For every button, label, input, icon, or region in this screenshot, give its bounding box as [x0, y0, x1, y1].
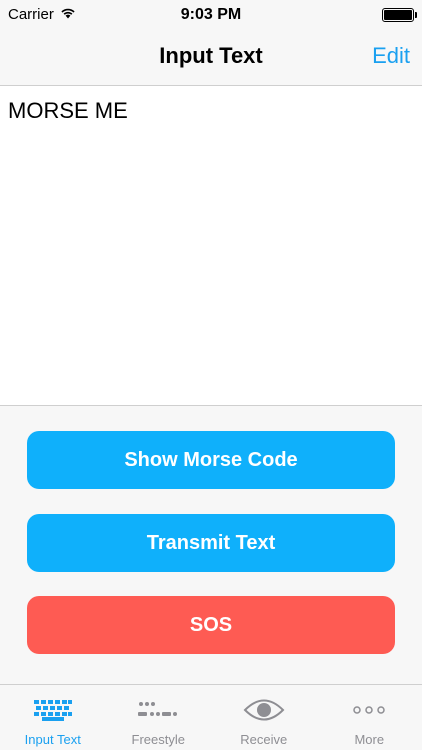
battery-icon — [382, 8, 417, 22]
tab-label: Receive — [240, 732, 288, 747]
status-right — [382, 8, 417, 22]
page-title: Input Text — [159, 43, 263, 68]
keyboard-icon — [33, 694, 73, 726]
tab-bar: Input Text Freestyle Receive More — [0, 684, 422, 750]
tab-label: Freestyle — [131, 732, 185, 747]
show-morse-code-button[interactable]: Show Morse Code — [27, 431, 395, 489]
action-panel: Show Morse Code Transmit Text SOS — [0, 406, 422, 684]
tab-freestyle[interactable]: Freestyle — [106, 685, 212, 750]
message-text: MORSE ME — [8, 98, 128, 123]
tab-label: Input Text — [24, 732, 81, 747]
navigation-bar: Input Text Edit — [0, 30, 422, 86]
sos-button[interactable]: SOS — [27, 596, 395, 654]
message-text-area[interactable]: MORSE ME — [0, 86, 422, 406]
tab-label: More — [354, 732, 385, 747]
transmit-text-button[interactable]: Transmit Text — [27, 514, 395, 572]
morse-dots-icon — [137, 694, 179, 726]
ellipsis-icon — [351, 694, 387, 726]
tab-receive[interactable]: Receive — [211, 685, 317, 750]
tab-input-text[interactable]: Input Text — [0, 685, 106, 750]
status-time: 9:03 PM — [180, 6, 242, 23]
eye-icon — [243, 694, 285, 726]
status-bar: Carrier 9:03 PM — [0, 0, 422, 30]
tab-more[interactable]: More — [317, 685, 422, 750]
edit-button[interactable]: Edit — [372, 43, 410, 69]
